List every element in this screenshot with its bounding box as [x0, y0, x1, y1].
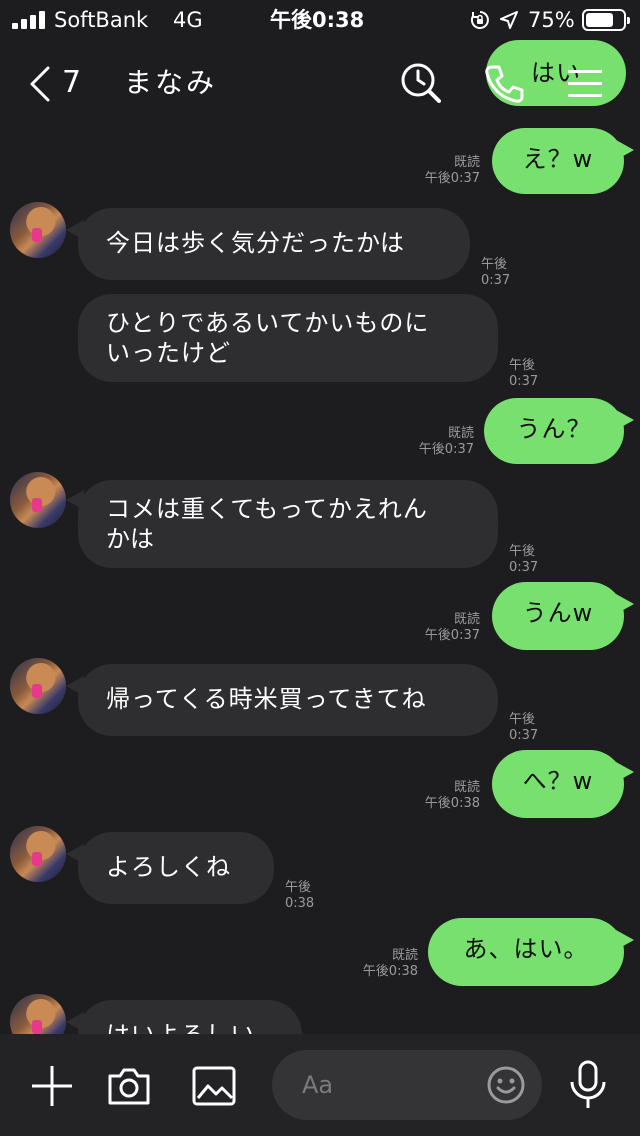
message-text: はいよろしい [106, 1020, 274, 1034]
message-bubble[interactable]: はいよろしい [78, 1000, 302, 1034]
back-chevron-icon [30, 66, 50, 102]
phone-icon[interactable] [484, 64, 524, 104]
message-bubble[interactable]: へ？w [492, 750, 624, 818]
read-receipt: 既読 [453, 780, 480, 795]
message-input-placeholder: Aa [302, 1071, 334, 1099]
image-icon[interactable] [192, 1066, 236, 1106]
message-meta: 既読 午後0:38 [338, 948, 418, 980]
message-time: 午後0:38 [362, 964, 418, 979]
contact-avatar[interactable] [10, 826, 66, 882]
message-text-line: いったけど [106, 339, 231, 367]
message-text: 今日は歩く気分だったかは [106, 229, 406, 257]
status-time: 午後0:38 [270, 8, 365, 32]
message-meta: 既読 午後0:37 [400, 612, 480, 644]
message-bubble[interactable]: あ、はい。 [428, 918, 624, 986]
message-time: 午後0:38 [285, 880, 315, 911]
signal-icon [12, 11, 45, 29]
message-time: 午後0:37 [509, 544, 539, 575]
message-bubble[interactable]: よろしくね [78, 832, 274, 904]
microphone-icon[interactable] [568, 1060, 608, 1112]
bubble-tail [616, 930, 634, 950]
message-time: 午後0:37 [509, 358, 539, 389]
message-time: 午後0:38 [424, 796, 480, 811]
message-bubble[interactable]: うん？ [484, 398, 624, 464]
read-receipt: 既読 [453, 155, 480, 170]
message-time: 午後0:37 [509, 712, 539, 743]
bubble-tail [616, 594, 634, 614]
input-bar: Aa [0, 1034, 640, 1136]
contact-avatar[interactable] [10, 994, 66, 1034]
message-text-line: ひとりであるいてかいものに [106, 309, 430, 337]
battery-level [586, 13, 613, 27]
message-meta: 既読 午後0:37 [400, 155, 480, 187]
message-bubble[interactable]: 帰ってくる時米買ってきてね [78, 664, 498, 736]
message-time: 午後0:37 [418, 442, 474, 457]
message-time: 午後0:37 [424, 628, 480, 643]
read-receipt: 既読 [447, 426, 474, 441]
carrier-name: SoftBank [54, 8, 149, 32]
message-text: よろしくね [106, 853, 231, 881]
network-type: 4G [173, 8, 203, 32]
chat-area[interactable]: はい 既読 午後0:37 え？w 今日は歩く気分だったかは 午後0:37 ひとり… [0, 0, 640, 1034]
camera-icon[interactable] [106, 1066, 152, 1106]
battery-percent: 75% [528, 8, 575, 32]
status-bar: SoftBank 4G 午後0:38 75% [0, 0, 640, 40]
message-bubble[interactable]: コメは重くてもってかえれん かは [78, 480, 498, 568]
message-text-line: かは [106, 525, 156, 553]
message-text: 帰ってくる時米買ってきてね [106, 685, 427, 713]
plus-icon[interactable] [30, 1064, 74, 1108]
bubble-tail [616, 762, 634, 782]
unread-count: 7 [62, 65, 82, 100]
message-time: 午後0:37 [424, 171, 480, 186]
menu-icon[interactable] [568, 68, 602, 100]
message-text: へ？w [522, 767, 594, 795]
contact-avatar[interactable] [10, 658, 66, 714]
bubble-tail [616, 140, 634, 160]
read-receipt: 既読 [391, 948, 418, 963]
back-button[interactable]: 7 [24, 62, 104, 106]
search-clock-icon[interactable] [400, 62, 442, 104]
message-bubble[interactable]: 今日は歩く気分だったかは [78, 208, 470, 280]
contact-avatar[interactable] [10, 202, 66, 258]
message-text: うんw [522, 599, 594, 627]
bubble-tail [616, 410, 634, 430]
message-meta: 既読 午後0:38 [400, 780, 480, 812]
contact-name[interactable]: まなみ [124, 64, 217, 102]
message-time: 午後0:37 [481, 257, 511, 288]
message-bubble[interactable]: うんw [492, 582, 624, 650]
contact-avatar[interactable] [10, 472, 66, 528]
message-bubble[interactable]: え？w [492, 128, 624, 194]
message-input[interactable]: Aa [272, 1050, 542, 1120]
message-text-line: コメは重くてもってかえれん [106, 495, 428, 523]
chat-header: 7 まなみ [0, 40, 640, 126]
location-arrow-icon [500, 11, 518, 29]
message-bubble[interactable]: ひとりであるいてかいものに いったけど [78, 294, 498, 382]
message-text: あ、はい。 [463, 935, 589, 963]
battery-icon [582, 9, 630, 31]
rotation-lock-icon [470, 11, 489, 29]
emoji-icon[interactable] [486, 1065, 526, 1105]
message-meta: 既読 午後0:37 [394, 426, 474, 458]
message-text: うん？ [516, 415, 592, 443]
read-receipt: 既読 [453, 612, 480, 627]
message-text: え？w [522, 145, 594, 173]
